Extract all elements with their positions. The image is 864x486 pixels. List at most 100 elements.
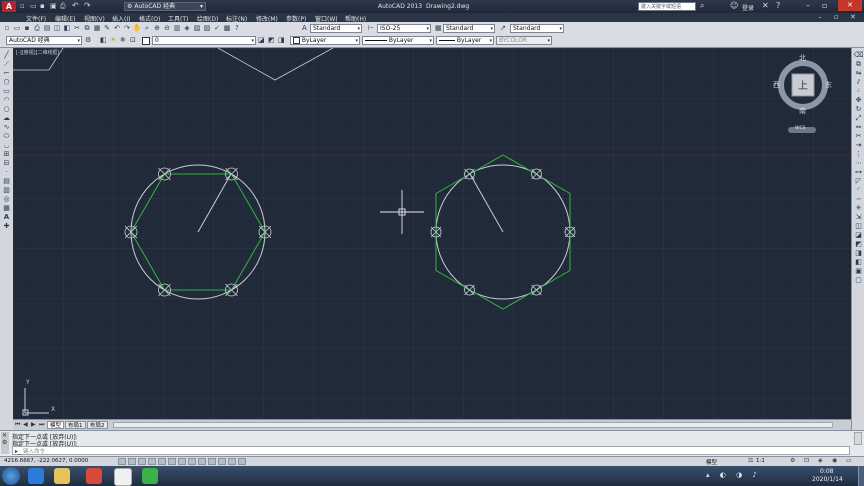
tab-first-icon[interactable]: ⏮ bbox=[15, 421, 20, 429]
plot-icon[interactable]: ⎙ bbox=[33, 24, 42, 33]
new-icon[interactable]: ▫ bbox=[3, 24, 12, 33]
xline-icon[interactable]: ⟋ bbox=[1, 60, 12, 69]
viewcube-south[interactable]: 南 bbox=[799, 106, 806, 116]
command-scrollbar[interactable] bbox=[854, 432, 862, 445]
zoom-realtime-icon[interactable]: ⌕ bbox=[143, 24, 152, 33]
polygon-icon[interactable]: ⬡ bbox=[1, 78, 12, 87]
wcs-label[interactable]: WCS bbox=[795, 126, 805, 131]
viewport-label[interactable]: [-][俯视][二维线框] bbox=[16, 49, 60, 56]
tab-next-icon[interactable]: ▶ bbox=[31, 421, 36, 428]
sheetset-icon[interactable]: ▨ bbox=[203, 24, 212, 33]
move-icon[interactable]: ✥ bbox=[853, 96, 864, 105]
qa-redo-icon[interactable]: ↷ bbox=[84, 1, 91, 10]
break-icon[interactable]: ⋯ bbox=[853, 159, 864, 168]
join-icon[interactable]: ⊶ bbox=[853, 168, 864, 177]
layer-manager-icon[interactable]: ◧ bbox=[100, 36, 107, 44]
tab-prev-icon[interactable]: ◀ bbox=[23, 421, 28, 428]
arc-icon[interactable]: ◠ bbox=[1, 96, 12, 105]
make-current-icon[interactable]: ◪ bbox=[258, 36, 265, 44]
lwt-toggle[interactable] bbox=[218, 458, 226, 465]
workspace-switch-icon[interactable]: ⚙ bbox=[790, 457, 795, 464]
layer-lock-icon[interactable]: ⊡ bbox=[130, 36, 136, 44]
3dosnap-toggle[interactable] bbox=[178, 458, 186, 465]
search-input[interactable]: 键入关键字或短语 bbox=[638, 2, 696, 11]
ie-icon[interactable] bbox=[28, 468, 44, 484]
model-space-button[interactable]: 模型 bbox=[706, 458, 717, 466]
maximize-icon[interactable]: ▫ bbox=[822, 1, 827, 10]
dyn-toggle[interactable] bbox=[208, 458, 216, 465]
paste-icon[interactable]: ▦ bbox=[93, 24, 102, 33]
ducs-toggle[interactable] bbox=[198, 458, 206, 465]
save-icon[interactable]: ▪ bbox=[23, 24, 32, 33]
search-icon[interactable]: ⌕ bbox=[700, 1, 704, 11]
show-desktop-button[interactable] bbox=[858, 466, 864, 486]
open-icon[interactable]: ▭ bbox=[13, 24, 22, 33]
app-logo[interactable]: A bbox=[2, 1, 16, 12]
redo-icon[interactable]: ↷ bbox=[123, 24, 132, 33]
layer-tools-icon[interactable]: ◫ bbox=[853, 222, 864, 231]
layer-match-icon[interactable]: ◨ bbox=[853, 249, 864, 258]
workspace-settings-icon[interactable]: ⚙ bbox=[85, 36, 91, 44]
mleader-style-select[interactable]: Standard ▾ bbox=[510, 24, 564, 33]
mirror-icon[interactable]: ⇋ bbox=[853, 69, 864, 78]
text-style-select[interactable]: Standard ▾ bbox=[310, 24, 362, 33]
stretch-icon[interactable]: ⇔ bbox=[853, 123, 864, 132]
extend-icon[interactable]: ⇥ bbox=[853, 141, 864, 150]
command-close-icon[interactable]: ✕ bbox=[2, 432, 7, 439]
clean-screen-icon[interactable]: ▭ bbox=[846, 457, 852, 464]
copy-icon[interactable]: ⧉ bbox=[83, 24, 92, 33]
osnap-toggle[interactable] bbox=[168, 458, 176, 465]
clock-time[interactable]: 0:08 bbox=[820, 468, 833, 475]
help-icon[interactable]: ? bbox=[776, 1, 780, 10]
qa-save-icon[interactable]: ▪ bbox=[40, 2, 45, 10]
fillet-icon[interactable]: ◜ bbox=[853, 186, 864, 195]
app-icon-red[interactable] bbox=[86, 468, 102, 484]
qa-plot-icon[interactable]: ⎙ bbox=[60, 2, 66, 11]
lineweight-select[interactable]: ByLayer ▾ bbox=[436, 36, 494, 45]
dim-style-select[interactable]: ISO-25 ▾ bbox=[377, 24, 431, 33]
infer-constraints-toggle[interactable] bbox=[118, 458, 126, 465]
erase-icon[interactable]: ⌫ bbox=[853, 51, 864, 60]
exchange-icon[interactable]: ✕ bbox=[762, 1, 769, 10]
coordinates-readout[interactable]: 4216.6667, -222.0627, 0.0000 bbox=[4, 458, 88, 464]
annotation-scale-icon[interactable]: ⚖ bbox=[748, 457, 753, 464]
annotation-scale[interactable]: 1:1 bbox=[756, 458, 765, 464]
offset-icon[interactable]: ⫽ bbox=[853, 78, 864, 87]
start-button[interactable] bbox=[2, 467, 20, 485]
login-link[interactable]: 登录 bbox=[742, 3, 754, 12]
doc-minimize-icon[interactable]: – bbox=[818, 13, 822, 21]
drawing-canvas[interactable]: [-][俯视][二维线框] 北 南 东 西 上 WCS Y X bbox=[13, 48, 851, 419]
layer-delete-icon[interactable]: ▢ bbox=[853, 276, 864, 285]
help-icon-tb[interactable]: ? bbox=[233, 24, 242, 33]
calculator-icon[interactable]: ▩ bbox=[223, 24, 232, 33]
gradient-icon[interactable]: ▥ bbox=[1, 186, 12, 195]
explode-icon[interactable]: ✳ bbox=[853, 204, 864, 213]
publish-icon[interactable]: ◫ bbox=[53, 24, 62, 33]
add-selected-icon[interactable]: ✚ bbox=[1, 222, 12, 231]
clock-date[interactable]: 2020/1/14 bbox=[812, 476, 843, 483]
make-block-icon[interactable]: ⊟ bbox=[1, 159, 12, 168]
spline-icon[interactable]: ∿ bbox=[1, 123, 12, 132]
region-icon[interactable]: ◎ bbox=[1, 195, 12, 204]
doc-close-icon[interactable]: ✕ bbox=[850, 13, 856, 21]
table-icon[interactable]: ▦ bbox=[1, 204, 12, 213]
mtext-icon[interactable]: A bbox=[1, 213, 12, 222]
horizontal-scrollbar[interactable] bbox=[113, 422, 833, 428]
layer-walk-icon[interactable]: ◩ bbox=[853, 240, 864, 249]
layer-freeze-icon[interactable]: ❄ bbox=[120, 36, 126, 44]
dist-icon[interactable]: ⇲ bbox=[853, 213, 864, 222]
rotate-icon[interactable]: ↻ bbox=[853, 105, 864, 114]
lock-icon[interactable]: ⊡ bbox=[804, 457, 809, 464]
tab-model[interactable]: 模型 bbox=[47, 421, 65, 429]
close-button[interactable]: ✕ bbox=[838, 0, 862, 11]
layer-iso-icon[interactable]: ◪ bbox=[853, 231, 864, 240]
revcloud-icon[interactable]: ☁ bbox=[1, 114, 12, 123]
design-center-icon[interactable]: ◈ bbox=[183, 24, 192, 33]
qa-saveas-icon[interactable]: ▣ bbox=[50, 2, 57, 10]
qa-undo-icon[interactable]: ↶ bbox=[72, 1, 79, 10]
viewcube-west[interactable]: 西 bbox=[773, 80, 780, 90]
insert-block-icon[interactable]: ⊞ bbox=[1, 150, 12, 159]
qp-toggle[interactable] bbox=[238, 458, 246, 465]
layer-state-icon[interactable]: ◨ bbox=[278, 36, 285, 44]
layer-previous-icon[interactable]: ◩ bbox=[268, 36, 275, 44]
